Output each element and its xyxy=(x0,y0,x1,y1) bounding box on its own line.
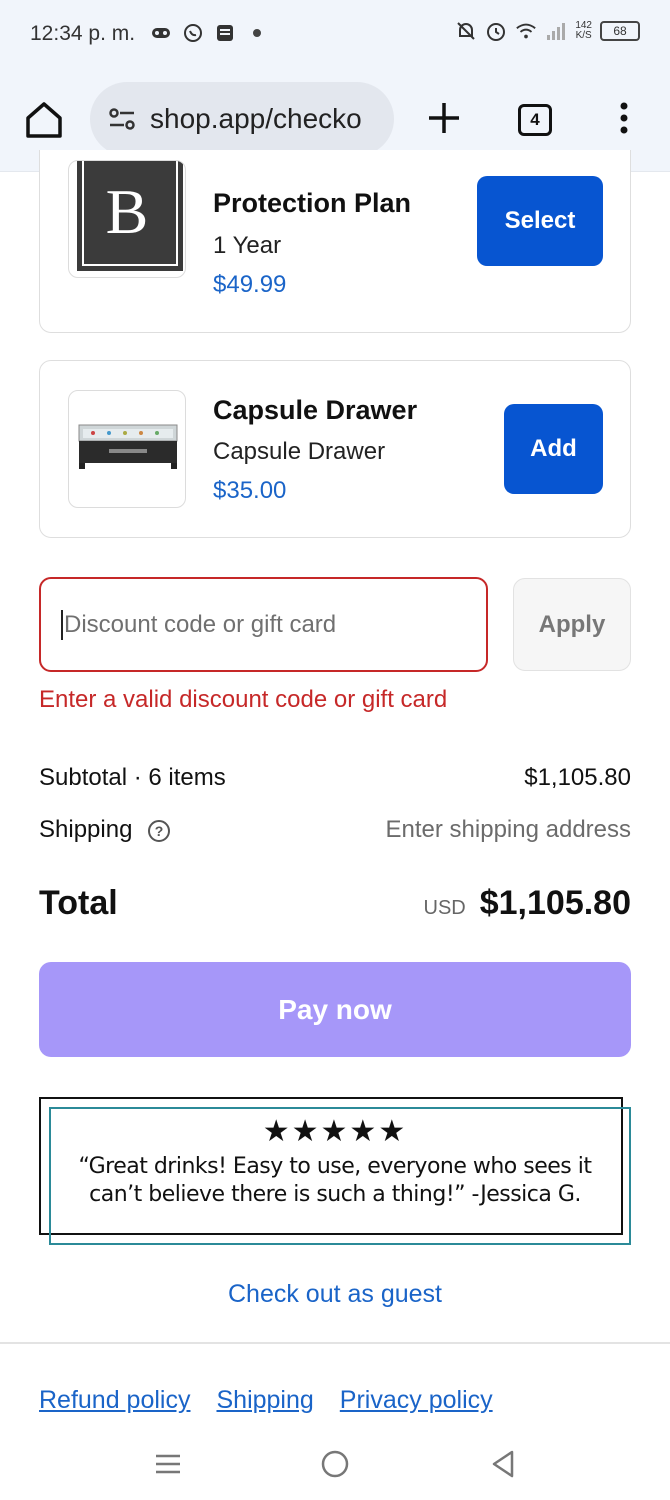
product-card-protection-plan: B Protection Plan 1 Year $49.99 Select xyxy=(39,150,631,333)
product-card-capsule-drawer: Capsule Drawer Capsule Drawer $35.00 Add xyxy=(39,360,631,538)
dot-icon xyxy=(246,22,268,44)
shipping-value: Enter shipping address xyxy=(385,816,631,843)
subtotal-row: Subtotal · 6 items $1,105.80 xyxy=(39,764,631,792)
status-icons-right: 142 K/S 68 xyxy=(455,20,640,42)
whatsapp-icon xyxy=(182,22,204,44)
protection-plan-logo: B xyxy=(77,161,183,271)
testimonial-line-1: “Great drinks! Easy to use, everyone who… xyxy=(78,1154,592,1179)
gamepad-icon xyxy=(150,22,172,44)
signal-icon xyxy=(545,20,567,42)
home-nav-icon[interactable] xyxy=(319,1448,351,1480)
network-speed: 142 K/S xyxy=(575,21,592,41)
shipping-label: Shipping xyxy=(39,816,133,843)
subtotal-label: Subtotal · 6 items xyxy=(39,764,226,791)
currency-code: USD xyxy=(423,897,466,919)
divider xyxy=(0,1342,670,1344)
shipping-policy-link[interactable]: Shipping xyxy=(216,1386,313,1415)
tab-switcher-button[interactable]: 4 xyxy=(518,104,552,136)
privacy-policy-link[interactable]: Privacy policy xyxy=(340,1386,493,1415)
more-menu-icon[interactable] xyxy=(614,98,634,138)
shipping-row: Shipping ? Enter shipping address xyxy=(39,816,631,844)
discount-placeholder: Discount code or gift card xyxy=(64,610,337,638)
star-rating-icon: ★★★★★ xyxy=(262,1115,408,1148)
product-name: Protection Plan xyxy=(213,188,412,218)
testimonial: ★★★★★ “Great drinks! Easy to use, everyo… xyxy=(49,1115,621,1209)
product-name: Capsule Drawer xyxy=(213,395,418,425)
product-variant: Capsule Drawer xyxy=(213,438,386,465)
home-icon[interactable] xyxy=(22,98,66,142)
status-time: 12:34 p. m. xyxy=(30,22,136,45)
recents-icon[interactable] xyxy=(152,1448,184,1480)
product-price: $35.00 xyxy=(213,477,287,504)
policy-links: Refund policy Shipping Privacy policy xyxy=(39,1386,493,1415)
shipping-label-group: Shipping ? xyxy=(39,816,171,844)
wifi-icon xyxy=(515,20,537,42)
refund-policy-link[interactable]: Refund policy xyxy=(39,1386,190,1415)
total-label: Total xyxy=(39,884,118,922)
pay-now-button[interactable]: Pay now xyxy=(39,962,631,1057)
mute-icon xyxy=(455,20,477,42)
news-icon xyxy=(214,22,236,44)
discount-code-input[interactable]: Discount code or gift card xyxy=(39,577,488,672)
product-price: $49.99 xyxy=(213,271,287,298)
back-icon[interactable] xyxy=(488,1448,520,1480)
select-button[interactable]: Select xyxy=(477,176,603,266)
apply-button[interactable]: Apply xyxy=(513,578,631,671)
address-bar[interactable]: shop.app/checko xyxy=(90,82,394,156)
subtotal-value: $1,105.80 xyxy=(524,764,631,791)
capsule-drawer-image xyxy=(78,424,178,469)
text-caret xyxy=(61,609,63,640)
status-bar: 12:34 p. m. 142 K/S 68 xyxy=(0,0,670,68)
discount-error-message: Enter a valid discount code or gift card xyxy=(39,686,448,713)
svg-text:B: B xyxy=(106,176,149,247)
svg-text:?: ? xyxy=(155,823,164,839)
alarm-icon xyxy=(485,20,507,42)
battery-icon: 68 xyxy=(600,21,640,41)
system-navigation-bar xyxy=(0,1430,670,1500)
help-icon[interactable]: ? xyxy=(147,819,171,843)
product-thumbnail: B xyxy=(68,160,186,278)
checkout-as-guest-link[interactable]: Check out as guest xyxy=(0,1280,670,1309)
network-speed-unit: K/S xyxy=(575,30,592,41)
new-tab-icon[interactable] xyxy=(424,98,464,138)
url-text[interactable]: shop.app/checko xyxy=(150,103,362,135)
status-icons-left xyxy=(150,22,268,44)
product-variant: 1 Year xyxy=(213,232,282,259)
product-thumbnail xyxy=(68,390,186,508)
total-row: Total USD $1,105.80 xyxy=(39,884,631,923)
add-button[interactable]: Add xyxy=(504,404,603,494)
testimonial-line-2: can’t believe there is such a thing!” -J… xyxy=(89,1182,581,1207)
total-amount-group: USD $1,105.80 xyxy=(424,884,632,923)
total-value: $1,105.80 xyxy=(479,884,631,922)
site-settings-icon[interactable] xyxy=(106,103,138,135)
